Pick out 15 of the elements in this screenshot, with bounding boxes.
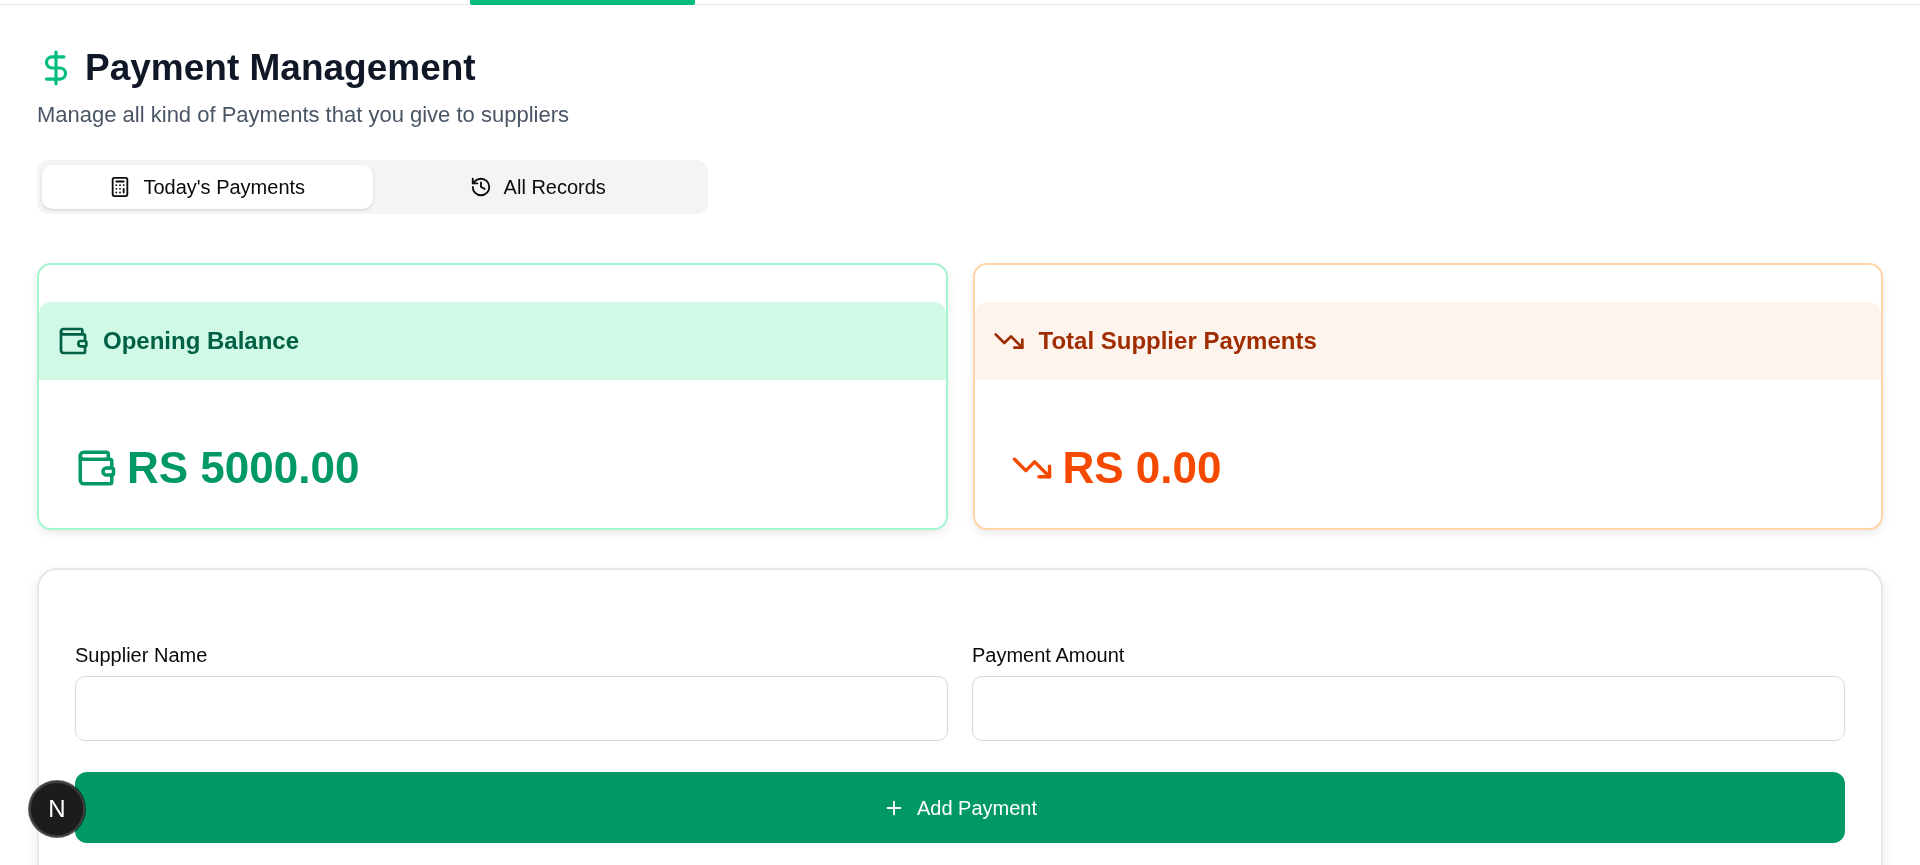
add-payment-button[interactable]: Add Payment (75, 772, 1845, 843)
card-title: Opening Balance (103, 326, 300, 356)
field-label: Supplier Name (75, 643, 209, 668)
page-title: Payment Management (85, 46, 476, 90)
wallet-icon (57, 325, 89, 357)
text-input[interactable] (972, 676, 1845, 741)
tab[interactable]: All Records (372, 165, 703, 209)
card-value: RS 5000.00 (127, 446, 360, 490)
card-value: RS 0.00 (1062, 446, 1222, 490)
field-label: Payment Amount (972, 643, 1126, 668)
tab[interactable]: Today's Payments (42, 165, 373, 209)
page-subtitle: Manage all kind of Payments that you give to suppliers (37, 101, 570, 129)
text-input[interactable] (75, 676, 948, 741)
clock-arrow-icon (469, 176, 492, 198)
card-title: Total Supplier Payments (1038, 326, 1317, 356)
